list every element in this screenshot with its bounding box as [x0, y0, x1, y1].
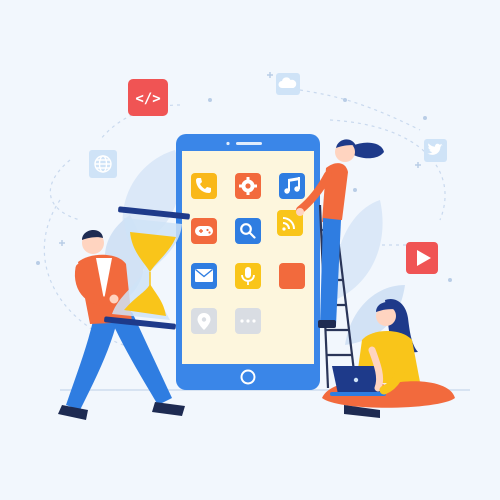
- phone-speaker: [236, 142, 262, 145]
- voice-app-icon[interactable]: [235, 263, 261, 289]
- game-app-icon[interactable]: [191, 218, 217, 244]
- smartphone: [176, 134, 320, 390]
- illustration-canvas: </>: [36, 72, 470, 420]
- gamepad-icon: [195, 226, 213, 236]
- mail-icon: [195, 268, 213, 282]
- settings-app-icon[interactable]: [235, 173, 261, 199]
- video-badge: [406, 242, 438, 274]
- cloud-badge: [276, 73, 300, 95]
- globe-badge: [89, 150, 117, 178]
- twitter-badge: [424, 139, 447, 162]
- mail-app-icon[interactable]: [191, 263, 217, 289]
- woman-with-laptop: [322, 298, 455, 418]
- code-badge: </>: [128, 79, 168, 116]
- illustration: </>: [0, 0, 500, 500]
- location-app-icon[interactable]: [191, 308, 217, 334]
- more-app-icon[interactable]: [235, 308, 261, 334]
- phone-app-icon[interactable]: [191, 173, 217, 199]
- more-icon: [240, 319, 256, 323]
- phone-camera: [226, 141, 230, 146]
- code-icon: </>: [135, 91, 160, 107]
- music-app-icon[interactable]: [279, 173, 305, 199]
- blank-app-icon[interactable]: [279, 263, 305, 289]
- search-app-icon[interactable]: [235, 218, 261, 244]
